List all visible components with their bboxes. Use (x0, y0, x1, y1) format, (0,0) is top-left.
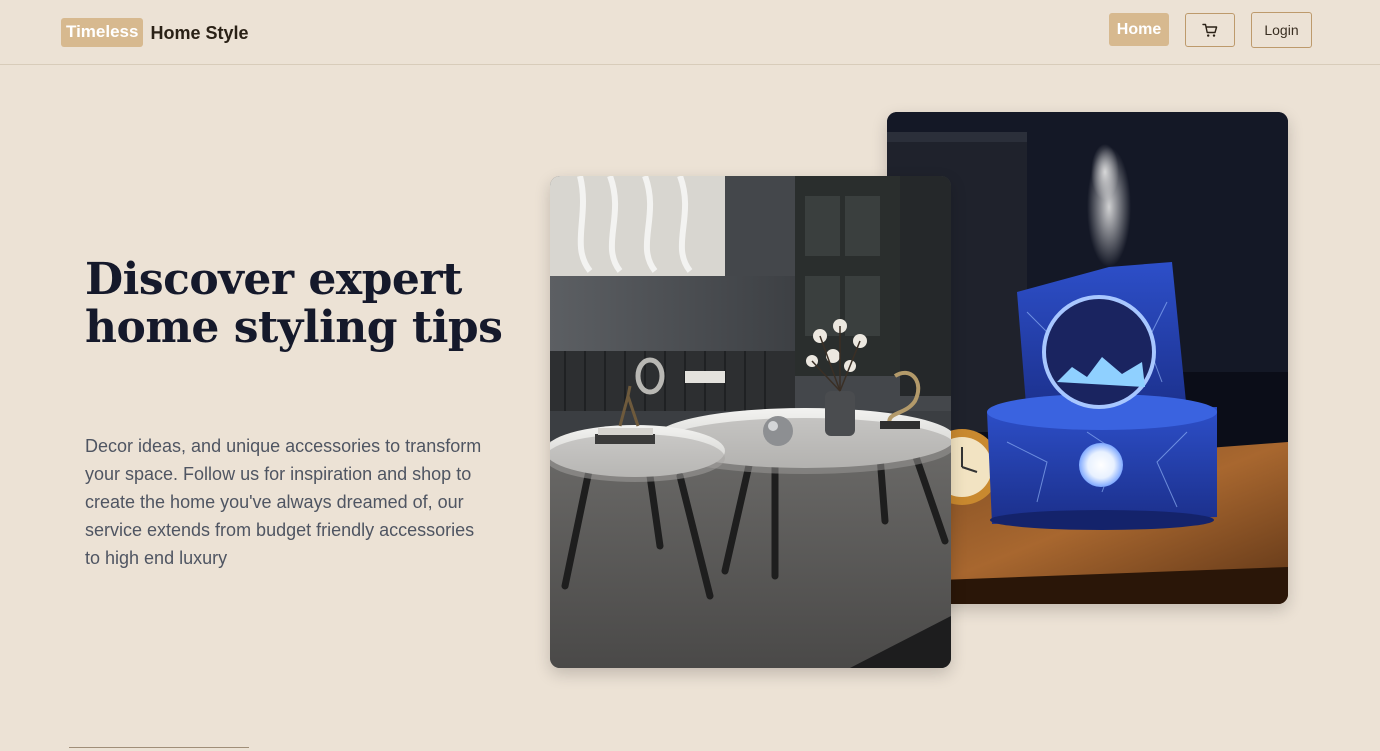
cart-icon (1202, 23, 1218, 37)
login-button[interactable]: Login (1251, 12, 1312, 48)
brand-badge: Timeless (61, 18, 144, 47)
section-divider (69, 747, 249, 751)
hero-description: Decor ideas, and unique accessories to t… (85, 436, 482, 568)
brand-name: Home Style (150, 22, 249, 43)
hero-title: Discover expert home styling tips (85, 254, 503, 353)
cart-button[interactable] (1185, 13, 1235, 47)
brand-logo[interactable]: Timeless Home Style (61, 18, 249, 47)
site-header: Timeless Home Style Home Login (0, 0, 1380, 65)
coffee-tables-image (550, 176, 951, 668)
nav-home-button[interactable]: Home (1109, 13, 1169, 46)
